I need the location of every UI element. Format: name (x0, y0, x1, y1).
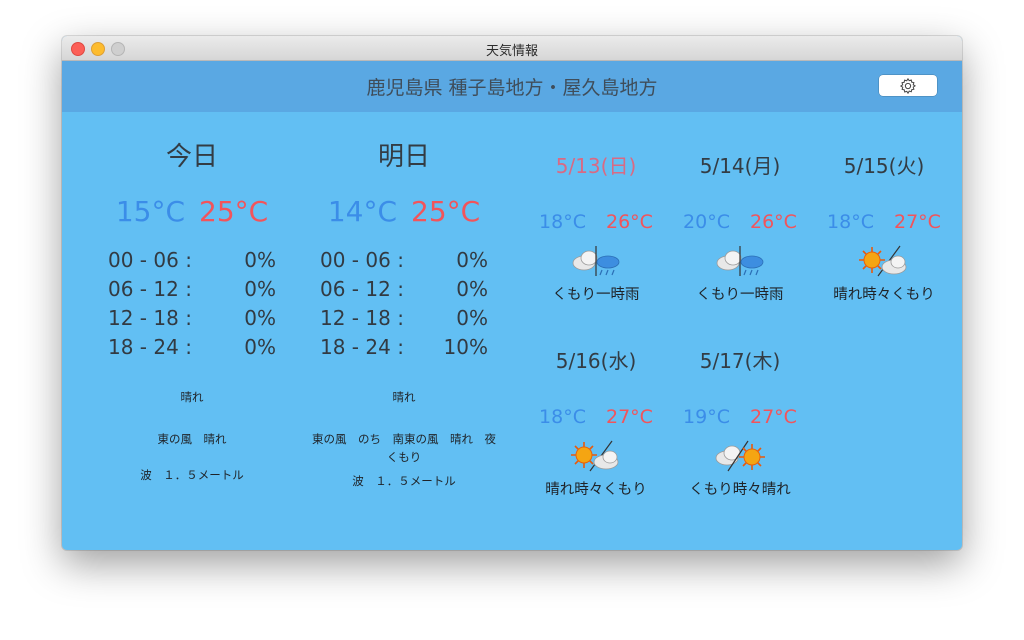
forecast-min-temp: 18°C (539, 406, 586, 428)
forecast-max-temp: 27°C (894, 211, 941, 233)
tomorrow-wind: 東の風 のち 南東の風 晴れ 夜 くもり (312, 432, 496, 464)
settings-button[interactable] (879, 75, 937, 96)
forecast-min-temp: 19°C (683, 406, 730, 428)
forecast-temps: 20°C 26°C (672, 211, 808, 233)
tomorrow-weather: 晴れ (392, 390, 416, 404)
forecast-day: 5/17(木) 19°C 27°C くもり時々晴れ (672, 345, 808, 499)
forecast-min-temp: 20°C (683, 211, 730, 233)
today-min-temp: 15°C (115, 195, 185, 228)
forecast-label: くもり時々晴れ (689, 482, 791, 498)
app-window: 天気情報 鹿児島県 種子島地方・屋久島地方 今日 15°C 25°C 00 - 0… (62, 36, 962, 550)
cloud-rain-icon (672, 243, 808, 279)
main-content: 今日 15°C 25°C 00 - 06 :0% 06 - 12 :0% 12 -… (62, 112, 962, 550)
rain-row: 06 - 12 :0% (108, 277, 276, 301)
tomorrow-rain-chance: 00 - 06 :0% 06 - 12 :0% 12 - 18 :0% 18 -… (304, 248, 504, 364)
tomorrow-title: 明日 (377, 142, 430, 172)
forecast-max-temp: 27°C (750, 406, 797, 428)
rain-row: 00 - 06 :0% (320, 248, 488, 272)
window-title: 天気情報 (485, 44, 538, 59)
tomorrow-temps: 14°C 25°C (304, 195, 504, 228)
rain-row: 18 - 24 :10% (320, 335, 488, 359)
tomorrow-max-temp: 25°C (411, 195, 481, 228)
forecast-date: 5/16(水) (555, 349, 637, 373)
forecast-max-temp: 27°C (606, 406, 653, 428)
forecast-max-temp: 26°C (606, 211, 653, 233)
tomorrow-column: 明日 14°C 25°C 00 - 06 :0% 06 - 12 :0% 12 -… (304, 136, 504, 490)
today-temps: 15°C 25°C (92, 195, 292, 228)
region-header: 鹿児島県 種子島地方・屋久島地方 (62, 61, 962, 112)
sun-cloud-icon (528, 438, 664, 474)
rain-row: 12 - 18 :0% (320, 306, 488, 330)
today-title: 今日 (165, 142, 218, 172)
forecast-label: くもり一時雨 (552, 287, 640, 303)
forecast-temps: 18°C 27°C (528, 406, 664, 428)
today-column: 今日 15°C 25°C 00 - 06 :0% 06 - 12 :0% 12 -… (92, 136, 292, 484)
forecast-temps: 19°C 27°C (672, 406, 808, 428)
forecast-day: 5/16(水) 18°C 27°C 晴れ時々くもり (528, 345, 664, 499)
forecast-day: 5/13(日) 18°C 26°C くもり一時雨 (528, 150, 664, 304)
forecast-temps: 18°C 26°C (528, 211, 664, 233)
today-rain-chance: 00 - 06 :0% 06 - 12 :0% 12 - 18 :0% 18 -… (92, 248, 292, 364)
forecast-label: 晴れ時々くもり (545, 482, 647, 498)
rain-row: 18 - 24 :0% (108, 335, 276, 359)
region-title: 鹿児島県 種子島地方・屋久島地方 (366, 77, 658, 99)
today-wind: 東の風 晴れ (157, 432, 227, 446)
rain-row: 12 - 18 :0% (108, 306, 276, 330)
forecast-date: 5/13(日) (555, 154, 637, 178)
cloud-rain-icon (528, 243, 664, 279)
forecast-day: 5/15(火) 18°C 27°C 晴れ時々くもり (816, 150, 952, 304)
tomorrow-min-temp: 14°C (327, 195, 397, 228)
gear-icon (899, 77, 916, 94)
rain-row: 06 - 12 :0% (320, 277, 488, 301)
rain-row: 00 - 06 :0% (108, 248, 276, 272)
today-wave: 波 １．５メートル (140, 468, 244, 482)
tomorrow-wave: 波 １．５メートル (352, 474, 456, 488)
forecast-max-temp: 26°C (750, 211, 797, 233)
forecast-label: くもり一時雨 (696, 287, 784, 303)
sun-cloud-icon (816, 243, 952, 279)
forecast-label: 晴れ時々くもり (833, 287, 935, 303)
title-bar: 天気情報 (62, 36, 962, 61)
forecast-min-temp: 18°C (539, 211, 586, 233)
today-weather: 晴れ (180, 390, 204, 404)
forecast-date: 5/17(木) (699, 349, 781, 373)
today-max-temp: 25°C (199, 195, 269, 228)
forecast-day: 5/14(月) 20°C 26°C くもり一時雨 (672, 150, 808, 304)
forecast-date: 5/14(月) (699, 154, 781, 178)
forecast-date: 5/15(火) (843, 154, 925, 178)
cloud-sun-icon (672, 438, 808, 474)
forecast-min-temp: 18°C (827, 211, 874, 233)
forecast-temps: 18°C 27°C (816, 211, 952, 233)
